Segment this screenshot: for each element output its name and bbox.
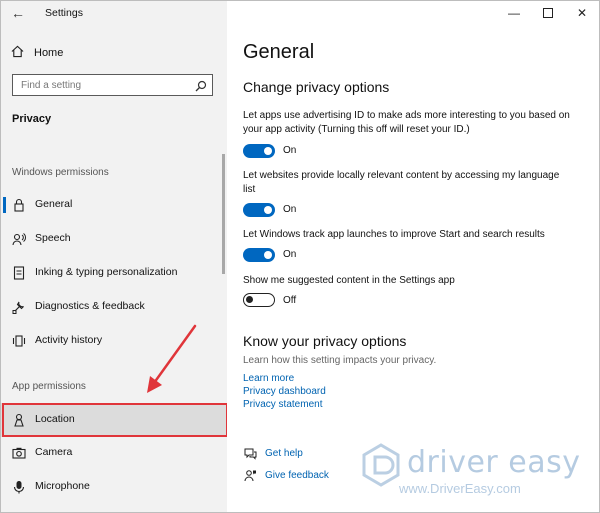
search-icon[interactable] (195, 79, 207, 92)
toggle-advertising-id[interactable] (243, 144, 275, 158)
diagnostics-icon (12, 300, 26, 314)
get-help-row[interactable]: Get help (243, 446, 303, 460)
minimize-icon[interactable]: — (497, 1, 531, 25)
toggle-state-label: On (283, 249, 297, 260)
home-label: Home (34, 47, 64, 59)
inking-icon (12, 266, 26, 280)
feedback-icon (243, 468, 257, 482)
toggle-state-label: On (283, 145, 297, 156)
toggle-track-app-launches[interactable] (243, 248, 275, 262)
sidebar-item-label: Location (35, 413, 75, 425)
settings-window: ← Settings Home Privacy Windows permissi… (0, 0, 600, 513)
window-controls: — ✕ (497, 1, 599, 27)
page-title: General (243, 41, 315, 63)
search-input[interactable] (21, 78, 191, 92)
sidebar-item-microphone[interactable]: Microphone (1, 471, 227, 503)
sidebar-item-label: Speech (35, 232, 71, 244)
section-heading-know-privacy: Know your privacy options (243, 333, 407, 349)
search-box[interactable] (12, 74, 213, 96)
sidebar-item-label: Camera (35, 446, 73, 458)
toggle-language-list[interactable] (243, 203, 275, 217)
group-label-app-permissions: App permissions (12, 381, 86, 392)
toggle-suggested-content[interactable] (243, 293, 275, 307)
toggle-state-label: Off (283, 295, 297, 306)
give-feedback-row[interactable]: Give feedback (243, 468, 329, 482)
sidebar-item-location[interactable]: Location (1, 403, 227, 437)
sidebar-item-diagnostics[interactable]: Diagnostics & feedback (1, 291, 227, 323)
sidebar-item-speech[interactable]: Speech (1, 223, 227, 255)
help-icon (243, 446, 257, 460)
activity-icon (12, 334, 26, 348)
sidebar-item-activity-history[interactable]: Activity history (1, 325, 227, 357)
window-title: Settings (45, 7, 83, 19)
lock-icon (12, 198, 26, 212)
main-content: — ✕ General Change privacy options Let a… (227, 1, 599, 512)
section-heading-change-privacy: Change privacy options (243, 79, 390, 95)
link-learn-more[interactable]: Learn more (243, 373, 294, 384)
location-icon (12, 413, 26, 427)
nav-home[interactable]: Home (11, 44, 63, 62)
sidebar: ← Settings Home Privacy Windows permissi… (1, 1, 228, 512)
sidebar-scrollbar[interactable] (222, 154, 225, 274)
back-arrow-icon[interactable]: ← (11, 5, 27, 21)
give-feedback-link[interactable]: Give feedback (265, 470, 329, 481)
title-bar: ← Settings (1, 1, 227, 27)
sidebar-item-general[interactable]: General (1, 189, 227, 221)
microphone-icon (12, 480, 26, 494)
sidebar-item-camera[interactable]: Camera (1, 437, 227, 469)
group-label-windows-permissions: Windows permissions (12, 167, 109, 178)
sidebar-item-label: General (35, 198, 73, 210)
close-icon[interactable]: ✕ (565, 1, 599, 25)
home-icon (11, 45, 24, 61)
sidebar-item-label: Activity history (35, 334, 103, 346)
maximize-icon[interactable] (531, 1, 565, 25)
section-description: Learn how this setting impacts your priv… (243, 355, 437, 366)
camera-icon (12, 446, 26, 460)
option-description: Show me suggested content in the Setting… (243, 275, 455, 286)
get-help-link[interactable]: Get help (265, 448, 303, 459)
option-description: Let apps use advertising ID to make ads … (243, 110, 570, 135)
sidebar-item-label: Diagnostics & feedback (35, 300, 145, 312)
option-description: Let websites provide locally relevant co… (243, 170, 560, 195)
current-section-title: Privacy (12, 113, 52, 125)
link-privacy-statement[interactable]: Privacy statement (243, 399, 322, 410)
sidebar-item-label: Inking & typing personalization (35, 266, 178, 278)
toggle-state-label: On (283, 204, 297, 215)
speech-icon (12, 232, 26, 246)
sidebar-item-inking-typing[interactable]: Inking & typing personalization (1, 257, 227, 289)
sidebar-item-label: Microphone (35, 480, 90, 492)
option-description: Let Windows track app launches to improv… (243, 229, 545, 240)
link-privacy-dashboard[interactable]: Privacy dashboard (243, 386, 326, 397)
